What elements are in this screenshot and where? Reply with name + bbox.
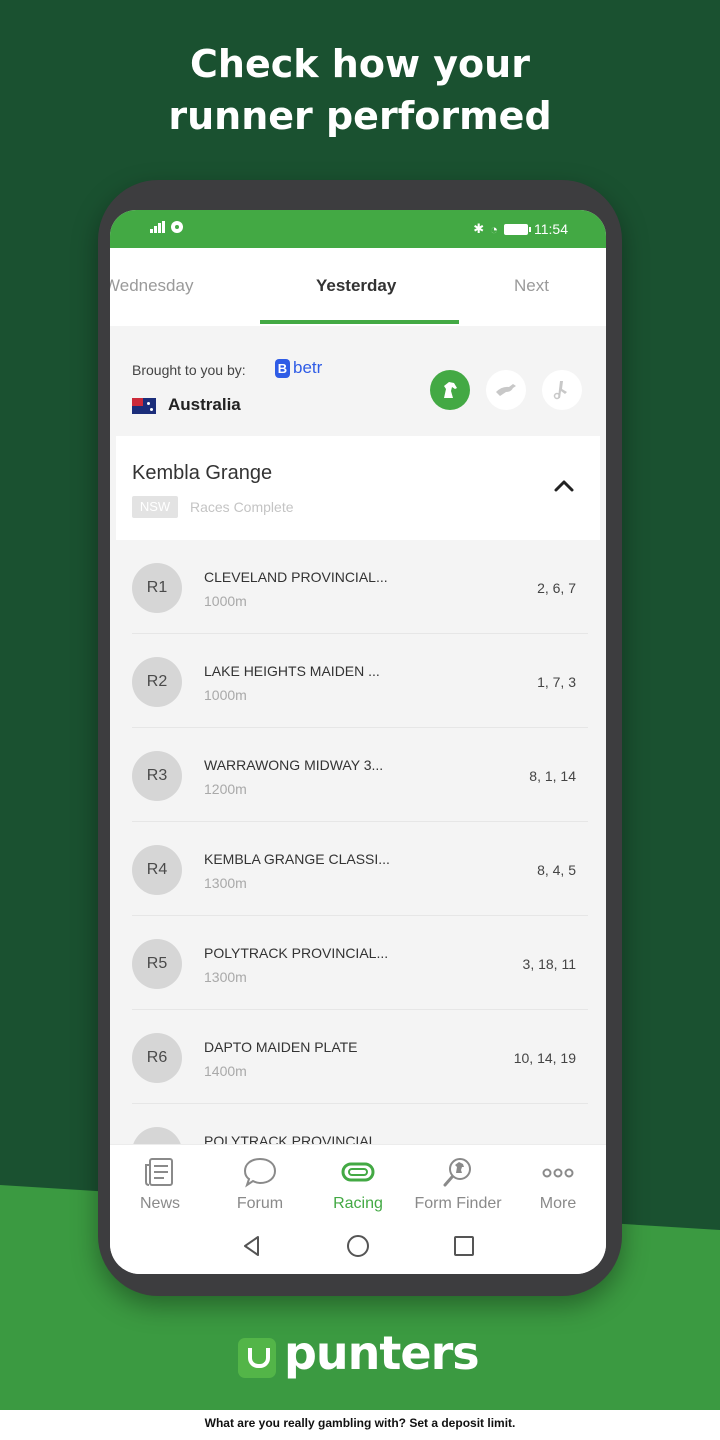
punters-logo: punters	[238, 1326, 480, 1380]
nav-news[interactable]: News	[110, 1145, 210, 1219]
wifi-icon: ◔	[490, 221, 498, 237]
race-distance: 1200m	[204, 781, 247, 797]
race-number: R7	[132, 1127, 182, 1144]
nav-news-label: News	[139, 1195, 180, 1212]
race-name: KEMBLA GRANGE CLASSI...	[204, 851, 390, 867]
race-results: 8, 1, 14	[529, 768, 576, 784]
race-number: R3	[132, 751, 182, 801]
race-name: CLEVELAND PROVINCIAL...	[204, 569, 388, 585]
signal-icon	[150, 221, 165, 233]
headline-line-2: runner performed	[168, 94, 552, 138]
race-list: R1 CLEVELAND PROVINCIAL... 1000m 2, 6, 7…	[116, 540, 600, 1144]
race-row[interactable]: R1 CLEVELAND PROVINCIAL... 1000m 2, 6, 7	[116, 540, 600, 634]
race-row[interactable]: R2 LAKE HEIGHTS MAIDEN ... 1000m 1, 7, 3	[116, 634, 600, 728]
country-label[interactable]: Australia	[168, 395, 241, 415]
race-number: R5	[132, 939, 182, 989]
race-number: R2	[132, 657, 182, 707]
race-name: POLYTRACK PROVINCIAL...	[204, 945, 389, 961]
promo-headline: Check how your runner performed	[0, 38, 720, 142]
race-distance: 1300m	[204, 969, 247, 985]
race-row[interactable]: R5 POLYTRACK PROVINCIAL... 1300m 3, 18, …	[116, 916, 600, 1010]
nav-more[interactable]: More	[508, 1145, 606, 1219]
nav-racing-label: Racing	[333, 1195, 383, 1212]
tab-wednesday[interactable]: Wednesday	[110, 276, 193, 296]
race-distance: 1000m	[204, 687, 247, 703]
horseshoe-icon	[238, 1338, 276, 1378]
race-distance: 1400m	[204, 1063, 247, 1079]
bluetooth-icon: ✱	[473, 221, 485, 236]
news-icon	[145, 1158, 173, 1186]
nav-more-label: More	[539, 1195, 577, 1212]
brand-name: punters	[284, 1326, 480, 1380]
app-screen: ✱ ◔ 11:54 Wednesday Yesterday Next Broug…	[110, 210, 606, 1274]
day-tabs: Wednesday Yesterday Next	[110, 248, 606, 326]
nav-racing[interactable]: Racing	[308, 1145, 408, 1219]
race-name: DAPTO MAIDEN PLATE	[204, 1039, 358, 1055]
horse-racing-button[interactable]	[430, 370, 470, 410]
recents-icon[interactable]	[453, 1235, 475, 1257]
race-number: R4	[132, 845, 182, 895]
race-results: 8, 4, 5	[537, 862, 576, 878]
betr-logo-text: betr	[293, 358, 323, 377]
race-name: POLYTRACK PROVINCIAL	[204, 1133, 377, 1144]
form-finder-icon	[443, 1158, 471, 1187]
nav-form-finder[interactable]: Form Finder	[408, 1145, 508, 1219]
nav-forum-label: Forum	[236, 1195, 284, 1212]
back-icon[interactable]	[240, 1234, 264, 1258]
battery-icon	[504, 223, 531, 235]
meeting-name: Kembla Grange	[132, 462, 273, 484]
chevron-up-icon[interactable]	[550, 472, 578, 500]
home-icon[interactable]	[346, 1234, 370, 1258]
betr-logo[interactable]: B betr	[275, 358, 322, 378]
betr-logo-icon: B	[275, 358, 290, 378]
race-row[interactable]: R4 KEMBLA GRANGE CLASSI... 1300m 8, 4, 5	[116, 822, 600, 916]
race-results: 2, 6, 7	[537, 580, 576, 596]
nav-forum[interactable]: Forum	[210, 1145, 310, 1219]
race-results: 10, 14, 19	[513, 1050, 576, 1066]
race-row[interactable]: R3 WARRAWONG MIDWAY 3... 1200m 8, 1, 14	[116, 728, 600, 822]
race-row[interactable]: R6 DAPTO MAIDEN PLATE 1400m 10, 14, 19	[116, 1010, 600, 1104]
tab-next[interactable]: Next	[514, 276, 549, 296]
race-number: R1	[132, 563, 182, 613]
active-tab-indicator	[260, 320, 459, 324]
sponsor-bar: Brought to you by: B betr Australia	[116, 328, 600, 436]
status-bar: ✱ ◔ 11:54	[110, 210, 606, 248]
more-icon	[542, 1168, 574, 1178]
notification-icon	[171, 221, 183, 233]
race-name: WARRAWONG MIDWAY 3...	[204, 757, 384, 773]
bottom-navigation: News Forum Racing Form Finder More	[110, 1144, 606, 1218]
nav-form-finder-label: Form Finder	[414, 1195, 502, 1212]
race-results: 1, 7, 3	[537, 674, 576, 690]
australia-flag-icon	[132, 398, 156, 414]
race-distance: 1000m	[204, 593, 247, 609]
race-row[interactable]: R7 POLYTRACK PROVINCIAL	[116, 1104, 600, 1144]
system-navigation-bar	[110, 1218, 606, 1274]
greyhound-racing-button[interactable]	[486, 370, 526, 410]
forum-icon	[243, 1157, 277, 1188]
race-number: R6	[132, 1033, 182, 1083]
race-distance: 1300m	[204, 875, 247, 891]
state-badge: NSW	[132, 496, 178, 518]
meeting-status: Races Complete	[190, 499, 294, 515]
racing-icon	[341, 1162, 375, 1182]
headline-line-1: Check how your	[190, 42, 530, 86]
greyhound-icon	[496, 384, 516, 396]
harness-racing-button[interactable]	[542, 370, 582, 410]
status-time: 11:54	[534, 221, 568, 237]
horse-icon	[444, 382, 457, 398]
tab-yesterday[interactable]: Yesterday	[316, 276, 396, 296]
race-results: 3, 18, 11	[522, 956, 576, 972]
responsible-gambling-message: What are you really gambling with? Set a…	[204, 1416, 516, 1430]
race-name: LAKE HEIGHTS MAIDEN ...	[204, 663, 380, 679]
harness-icon	[553, 381, 567, 400]
sponsor-label: Brought to you by:	[132, 362, 246, 378]
meeting-header[interactable]: Kembla Grange NSW Races Complete	[116, 436, 600, 540]
